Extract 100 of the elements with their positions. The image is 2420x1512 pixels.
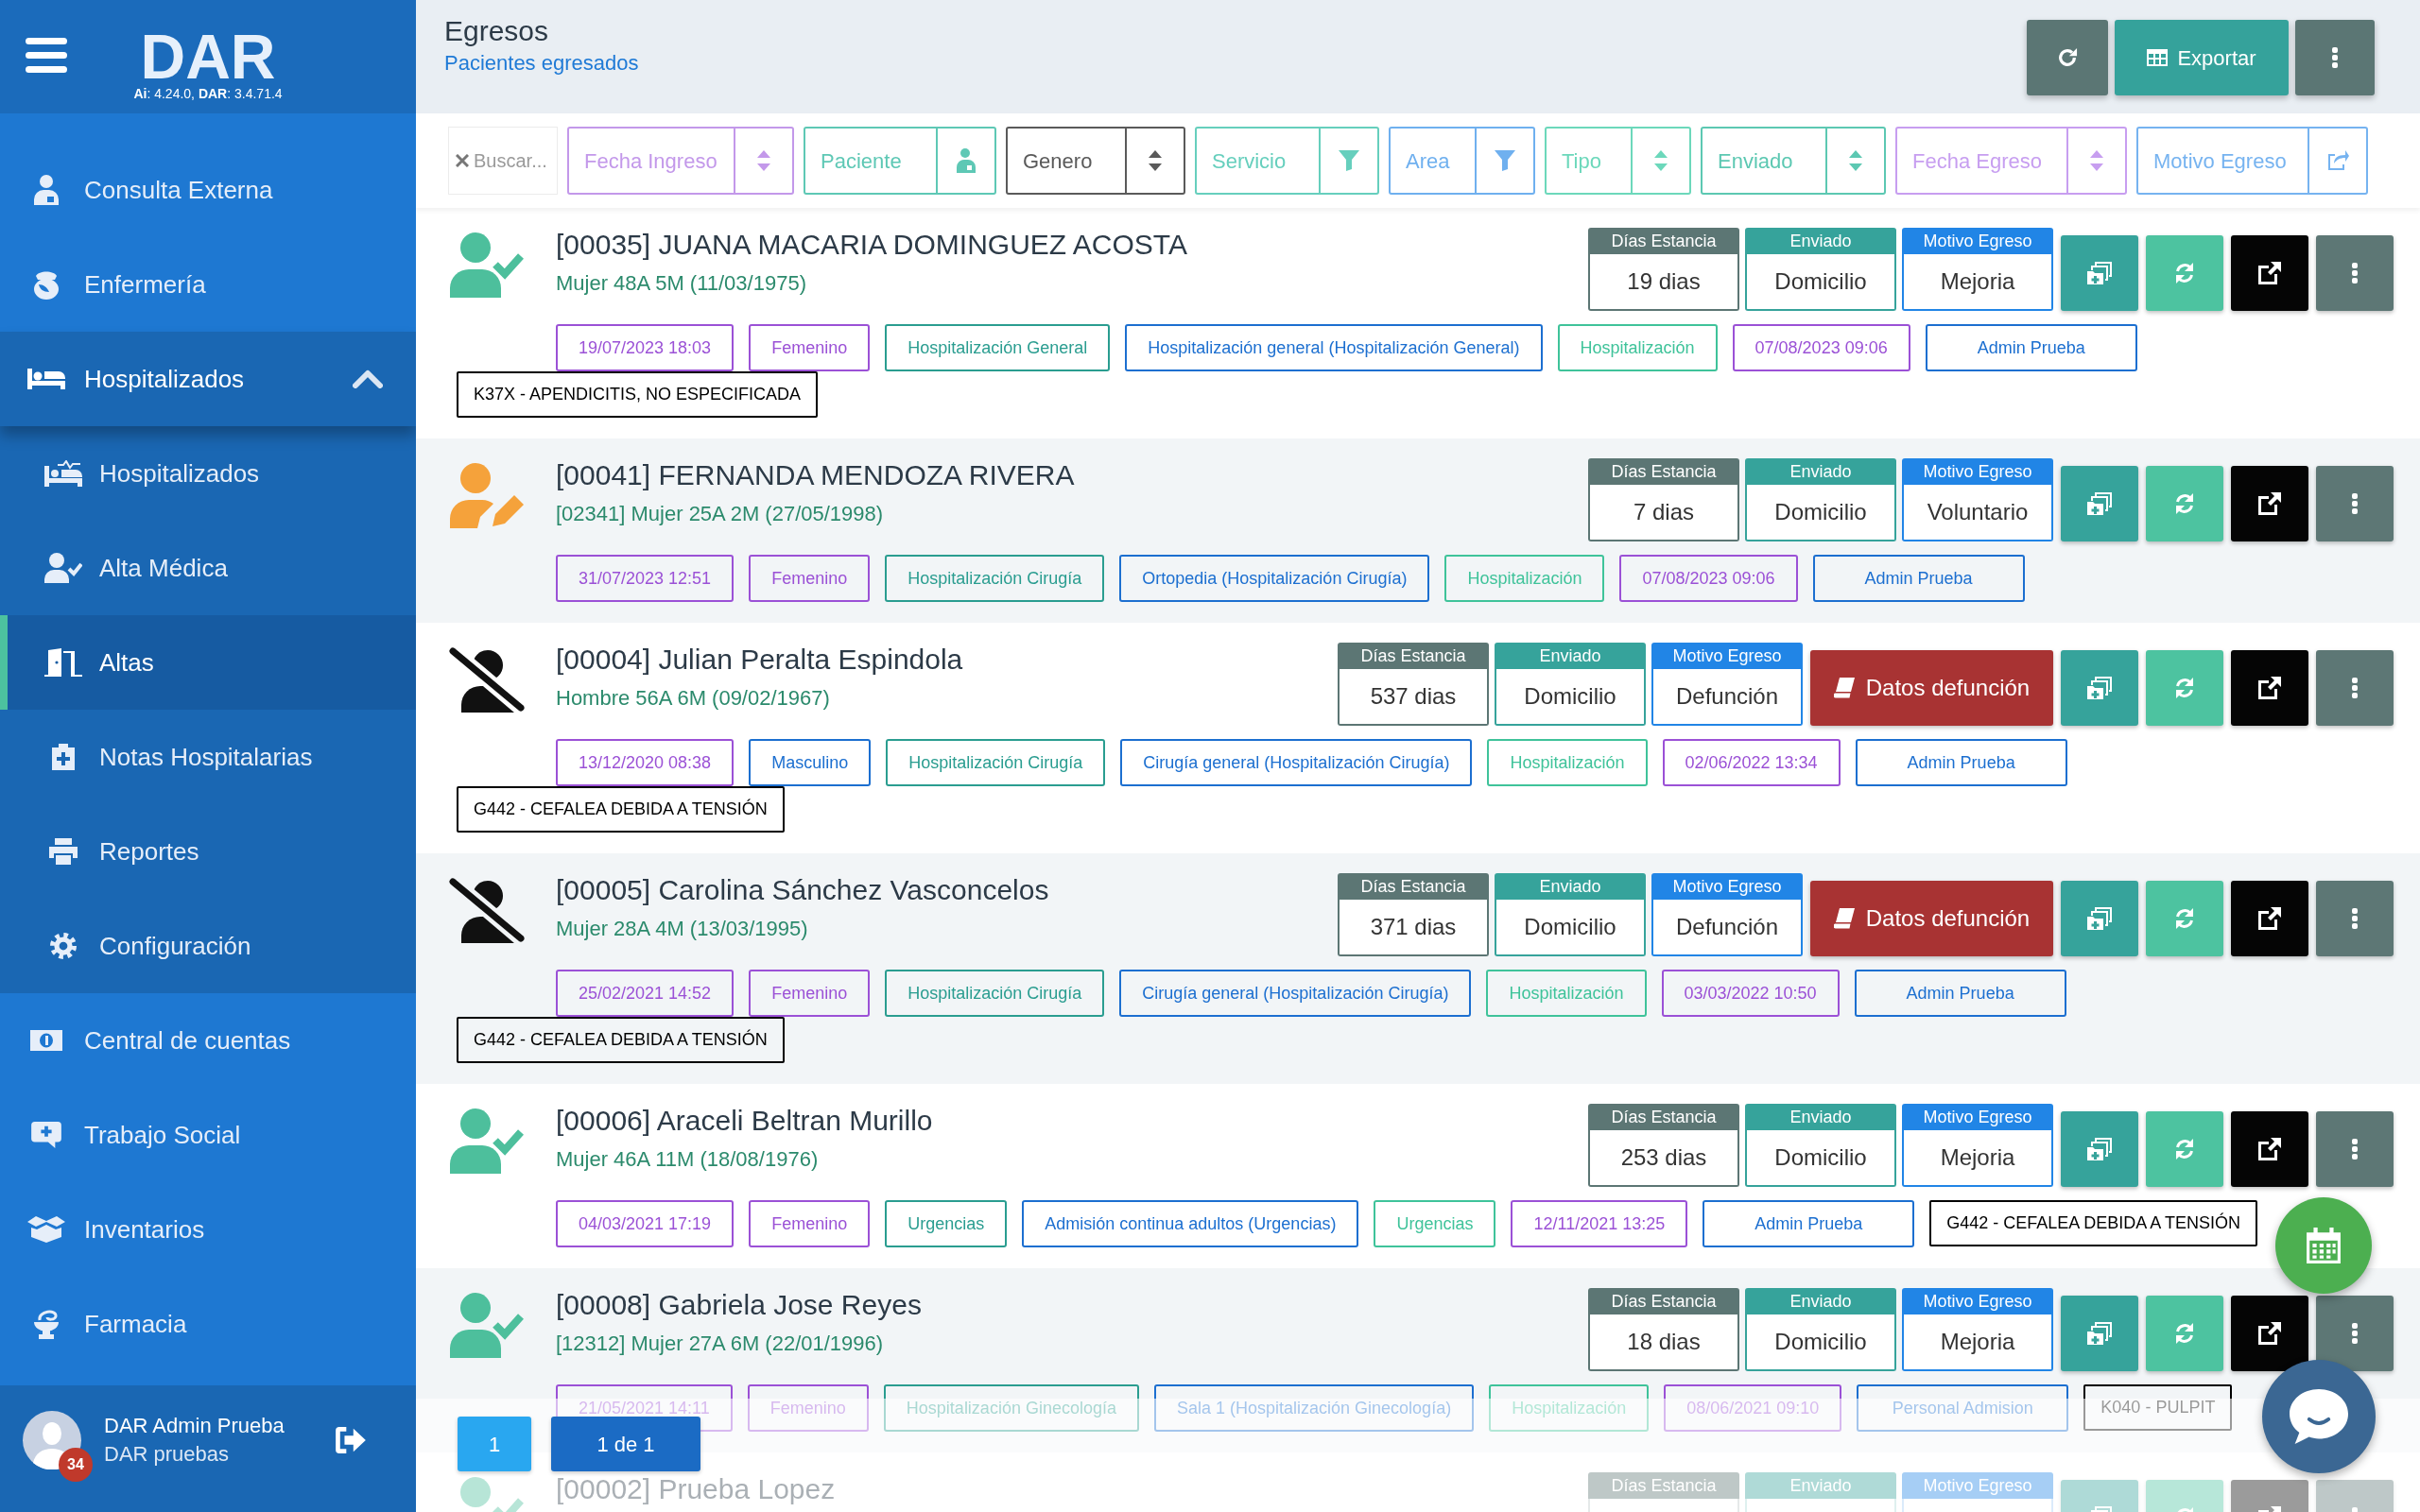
sync-button[interactable] [2146, 881, 2223, 956]
sidebar-item[interactable]: Alta Médica [0, 521, 416, 615]
stat-label: Motivo Egreso [1902, 1104, 2053, 1130]
sidebar-item[interactable]: Hospitalizados [0, 426, 416, 521]
menu-icon[interactable] [26, 38, 67, 73]
column-filter[interactable]: Motivo Egreso [2136, 127, 2368, 195]
stat-label: Días Estancia [1588, 1288, 1739, 1314]
patient-name: [00035] JUANA MACARIA DOMINGUEZ ACOSTA [556, 228, 1187, 262]
sync-button[interactable] [2146, 466, 2223, 541]
info-tag: Cirugía general (Hospitalización Cirugía) [1120, 739, 1473, 786]
stacked-folders-icon [2087, 907, 2112, 930]
death-record-button[interactable]: Datos defunción [1810, 650, 2053, 726]
user-check-icon [448, 232, 526, 298]
chat-bubble-icon [2288, 1387, 2350, 1446]
sidebar-item[interactable]: Hospitalizados [0, 332, 416, 426]
sidebar-item[interactable]: Trabajo Social [0, 1088, 416, 1182]
page-info: 1 de 1 [551, 1417, 700, 1471]
column-filter[interactable]: Enviado [1701, 127, 1886, 195]
stacked-folders-icon [2087, 677, 2112, 699]
copy-button[interactable] [2061, 235, 2138, 311]
sidebar-item[interactable]: Reportes [0, 804, 416, 899]
info-tag: 13/12/2020 08:38 [556, 739, 735, 786]
gear-icon [50, 933, 77, 959]
stacked-folders-icon [2087, 492, 2112, 515]
search-field[interactable]: Buscar... [448, 127, 558, 195]
stat-value: 7 dias [1588, 485, 1739, 541]
info-tag: Sala 1 (Hospitalización Ginecología) [1154, 1384, 1475, 1432]
sort-icon [1849, 150, 1862, 171]
sync-button[interactable] [2146, 1111, 2223, 1187]
stat-label: Motivo Egreso [1902, 458, 2053, 485]
more-icon [2352, 678, 2358, 698]
sidebar-item[interactable]: Enfermería [0, 237, 416, 332]
page-title: Egresos [444, 14, 550, 48]
sidebar-item[interactable]: Central de cuentas [0, 993, 416, 1088]
chevron-up-icon [353, 369, 383, 388]
copy-button[interactable] [2061, 650, 2138, 726]
more-icon [2352, 493, 2358, 514]
copy-button[interactable] [2061, 1111, 2138, 1187]
external-link-button[interactable] [2231, 466, 2308, 541]
mortar-icon [32, 1309, 60, 1339]
sync-button[interactable] [2146, 1296, 2223, 1371]
info-tag: Femenino [749, 1200, 871, 1247]
stat-label: Enviado [1495, 643, 1646, 669]
external-link-button[interactable] [2231, 881, 2308, 956]
copy-button[interactable] [2061, 1296, 2138, 1371]
stat-label: Días Estancia [1588, 228, 1739, 254]
stacked-folders-icon [2087, 1138, 2112, 1160]
external-link-icon [2258, 907, 2281, 930]
patient-name: [00002] Prueba Lopez [556, 1472, 836, 1506]
sidebar-item[interactable]: Inventarios [0, 1182, 416, 1277]
stat-value: Domicilio [1495, 669, 1646, 726]
sync-button[interactable] [2146, 235, 2223, 311]
patient-details: Mujer 46A 11M (18/08/1976) [556, 1146, 820, 1173]
page-subtitle: Pacientes egresados [444, 50, 639, 77]
external-link-button[interactable] [2231, 650, 2308, 726]
copy-button[interactable] [2061, 466, 2138, 541]
sidebar-item[interactable]: Farmacia [0, 1277, 416, 1371]
death-record-button[interactable]: Datos defunción [1810, 881, 2053, 956]
stat-value: Mejoria [1902, 254, 2053, 311]
stat-value: Defunción [1651, 669, 1803, 726]
bed-icon [27, 369, 65, 389]
external-link-icon [2258, 492, 2281, 515]
sidebar-item[interactable]: Configuración [0, 899, 416, 993]
column-filter[interactable]: Fecha Ingreso [567, 127, 794, 195]
external-link-button[interactable] [2231, 235, 2308, 311]
column-filter[interactable]: Fecha Egreso [1895, 127, 2127, 195]
sidebar-item[interactable]: Altas [0, 615, 416, 710]
info-tag: Hospitalización Ginecología [883, 1384, 1139, 1432]
info-tag: Personal Admision [1857, 1384, 2069, 1432]
column-filter[interactable]: Genero [1006, 127, 1185, 195]
copy-button[interactable] [2061, 881, 2138, 956]
door-icon [44, 648, 82, 677]
stat-value: Domicilio [1745, 485, 1896, 541]
refresh-button[interactable] [2027, 20, 2108, 95]
export-button[interactable]: Exportar [2115, 20, 2289, 95]
sidebar-item[interactable]: Notas Hospitalarias [0, 710, 416, 804]
user-pencil-icon [448, 462, 526, 528]
sort-icon [1654, 150, 1668, 171]
stat-label: Motivo Egreso [1902, 1288, 2053, 1314]
calendar-icon [2307, 1228, 2341, 1263]
close-icon[interactable] [456, 154, 469, 167]
patient-details: Mujer 28A 4M (13/03/1995) [556, 916, 809, 942]
column-filter[interactable]: Area [1389, 127, 1535, 195]
patient-name: [00006] Araceli Beltran Murillo [556, 1104, 933, 1138]
info-tag: Admin Prueba [1854, 970, 2066, 1017]
external-link-button[interactable] [2231, 1111, 2308, 1187]
stat-value: 253 dias [1588, 1130, 1739, 1187]
sync-button[interactable] [2146, 650, 2223, 726]
external-link-button[interactable] [2231, 1296, 2308, 1371]
patient-details: Hombre 56A 6M (09/02/1967) [556, 685, 831, 712]
info-tag: Admisión continua adultos (Urgencias) [1022, 1200, 1359, 1247]
info-tag: 07/08/2023 09:06 [1732, 324, 1910, 371]
version-text: Ai: 4.24.0, DAR: 3.4.71.4 [133, 85, 283, 102]
stat-label: Enviado [1745, 458, 1896, 485]
speech-bubble-plus-icon [31, 1122, 61, 1148]
info-tag: Admin Prueba [1855, 739, 2067, 786]
column-filter[interactable]: Paciente [804, 127, 996, 195]
sidebar-item[interactable]: Consulta Externa [0, 143, 416, 237]
page-button[interactable]: 1 [458, 1417, 531, 1471]
logout-icon[interactable] [336, 1427, 366, 1453]
